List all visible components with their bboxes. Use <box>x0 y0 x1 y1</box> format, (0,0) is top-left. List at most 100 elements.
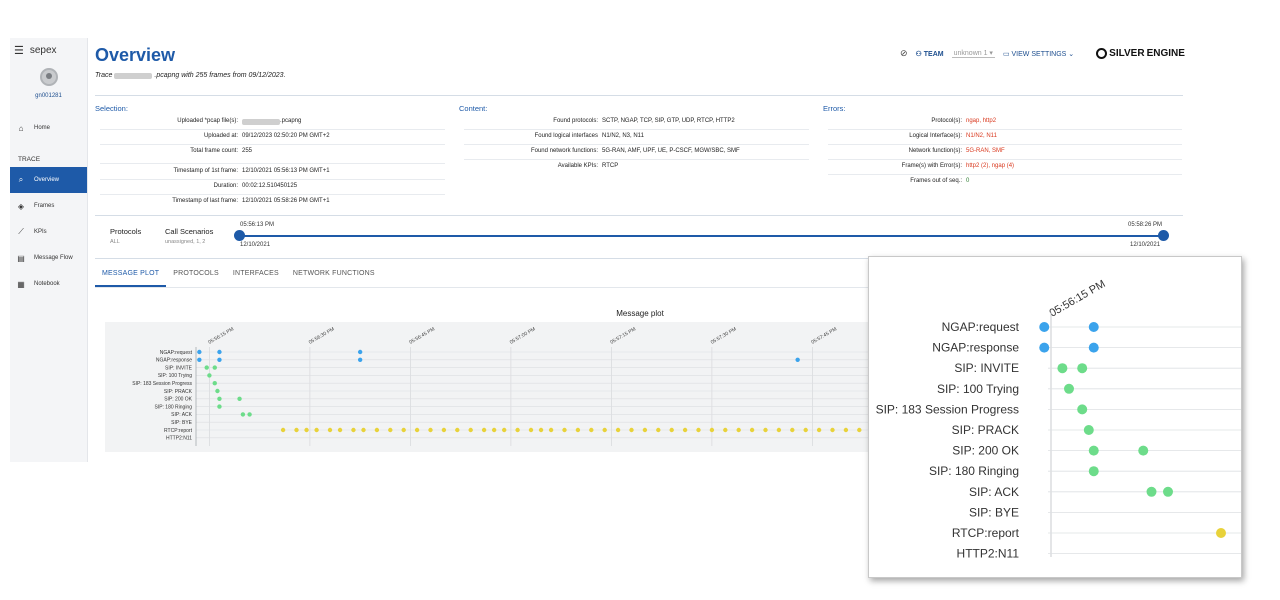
kv-key: Uploaded at: <box>203 133 238 139</box>
data-point <box>217 396 222 401</box>
tab-protocols[interactable]: PROTOCOLS <box>166 264 226 287</box>
data-point <box>197 357 202 362</box>
redacted-filename <box>242 119 280 125</box>
data-point <box>351 427 356 433</box>
y-tick-label: NGAP:response <box>156 358 192 364</box>
user-block[interactable]: gn001281 <box>10 68 87 99</box>
timeline-start-date: 12/10/2021 <box>240 242 271 248</box>
kv-key: Found protocols: <box>553 118 598 124</box>
row-divider <box>100 163 445 164</box>
data-point <box>217 404 222 409</box>
inset-data-point <box>1083 425 1094 435</box>
sidebar-item-overview[interactable]: ⌕ Overview <box>10 167 87 193</box>
sidebar-item-message-flow[interactable]: ▤ Message Flow <box>10 245 87 271</box>
y-tick-label: SIP: 100 Trying <box>158 373 192 379</box>
kv-found-protocols: Found protocols: SCTP, NGAP, TCP, SIP, G… <box>459 118 734 124</box>
timeline-start-handle[interactable] <box>234 230 245 241</box>
data-point <box>723 427 728 433</box>
x-tick-label: 05:57:45 PM <box>810 326 838 345</box>
data-point <box>455 427 460 433</box>
team-select[interactable]: unknown 1 ▾ <box>951 49 995 58</box>
kv-err-nfs: Network function(s): 5G-RAN, SMF <box>823 148 1005 154</box>
team-select-value: unknown 1 <box>953 50 988 57</box>
sidebar-item-label: Message Flow <box>34 255 73 261</box>
row-divider <box>828 174 1182 175</box>
inset-data-point <box>1088 322 1099 332</box>
sidebar-item-kpis[interactable]: ⟋ KPIs <box>10 219 87 245</box>
call-scenarios-filter-label[interactable]: Call Scenarios <box>165 227 213 236</box>
sidebar-item-label: Frames <box>34 203 55 209</box>
kv-key: Protocol(s): <box>931 118 962 124</box>
kv-ts-last: Timestamp of last frame: 12/10/2021 05:5… <box>95 198 329 204</box>
x-tick-label: 05:57:30 PM <box>710 326 738 345</box>
sidebar-item-notebook[interactable]: ▦ Notebook <box>10 271 87 297</box>
data-point <box>629 427 634 433</box>
x-tick-label: 05:57:15 PM <box>609 326 637 345</box>
data-point <box>502 427 507 433</box>
kv-key: Timestamp of last frame: <box>172 198 238 204</box>
sidebar-item-label: Home <box>34 125 51 131</box>
kv-uploaded-at: Uploaded at: 09/12/2023 02:50:20 PM GMT+… <box>95 133 330 139</box>
kv-value: http2 (2), ngap (4) <box>966 163 1015 169</box>
logo-text-b: ENGINE <box>1146 48 1185 59</box>
notifications-off-icon[interactable]: ⊘ <box>900 48 908 59</box>
errors-heading: Errors: <box>823 104 846 113</box>
data-point <box>237 396 242 401</box>
silverengine-logo: SILVER ENGINE <box>1096 48 1185 59</box>
kv-err-protocols: Protocol(s): ngap, http2 <box>823 118 996 124</box>
inset-data-point <box>1057 363 1068 374</box>
data-point <box>515 427 520 433</box>
data-point <box>357 349 363 355</box>
y-tick-label: SIP: INVITE <box>165 365 193 371</box>
kv-uploaded-files: Uploaded *pcap file(s): .pcapng <box>95 118 301 125</box>
data-point <box>843 427 849 433</box>
kv-found-interfaces: Found logical interfaces N1/N2, N3, N11 <box>459 133 644 139</box>
y-tick-label: SIP: ACK <box>171 412 193 418</box>
inset-data-point <box>1077 363 1088 374</box>
kv-value: 5G-RAN, AMF, UPF, UE, P-CSCF, MGW/SBC, S… <box>602 148 740 154</box>
kv-value: 12/10/2021 05:56:13 PM GMT+1 <box>242 168 330 174</box>
tab-interfaces[interactable]: INTERFACES <box>226 264 286 287</box>
timeline-track[interactable] <box>240 235 1164 237</box>
hamburger-menu-icon[interactable]: ☰ <box>14 44 24 57</box>
protocols-filter-label[interactable]: Protocols <box>110 227 141 236</box>
data-point <box>304 427 309 433</box>
search-doc-icon: ⌕ <box>18 175 24 184</box>
data-point <box>401 427 406 433</box>
data-point <box>428 427 433 433</box>
row-divider <box>464 159 809 160</box>
data-point <box>468 427 473 433</box>
kv-value: 00:02:12.510450125 <box>242 183 298 189</box>
data-point <box>562 427 567 433</box>
data-point <box>197 349 202 355</box>
trace-suffix: .pcapng with 255 frames from 09/12/2023. <box>154 72 286 79</box>
avatar[interactable] <box>39 68 58 86</box>
message-plot[interactable]: 05:56:15 PM 05:56:30 PM 05:56:45 PM 05:57:0… <box>105 322 875 452</box>
data-point <box>215 388 220 394</box>
tab-network-functions[interactable]: NETWORK FUNCTIONS <box>286 264 382 287</box>
timeline-end-handle[interactable] <box>1158 230 1169 241</box>
tab-message-plot[interactable]: MESSAGE PLOT <box>95 264 167 287</box>
layers-icon: ◈ <box>17 201 25 211</box>
sidebar-item-home[interactable]: ⌂ Home <box>10 115 87 141</box>
page-title: Overview <box>95 45 176 65</box>
sidebar-item-frames[interactable]: ◈ Frames <box>10 193 87 219</box>
data-point <box>857 427 862 433</box>
kv-key: Frames out of seq.: <box>910 178 962 184</box>
header-toolbar: ⊘ ⚇ TEAM unknown 1 ▾ ▭ VIEW SETTINGS ⌄ S… <box>900 48 1185 59</box>
data-point <box>642 427 648 433</box>
kv-value: 0 <box>966 178 970 184</box>
data-point <box>357 357 363 362</box>
y-tick-label: SIP: 180 Ringing <box>154 404 192 410</box>
sidebar-item-label: Notebook <box>34 281 60 287</box>
team-label-text: TEAM <box>923 50 944 58</box>
chat-icon: ▤ <box>17 253 25 263</box>
y-tick-label: NGAP:request <box>160 350 193 356</box>
kv-duration: Duration: 00:02:12.510450125 <box>95 183 297 189</box>
inset-row-label: NGAP:request <box>942 320 1020 334</box>
inset-row-label: SIP: INVITE <box>954 361 1019 375</box>
view-settings-button[interactable]: ▭ VIEW SETTINGS ⌄ <box>1003 50 1074 58</box>
data-point <box>669 427 674 433</box>
data-point <box>280 427 286 433</box>
data-point <box>217 349 222 355</box>
